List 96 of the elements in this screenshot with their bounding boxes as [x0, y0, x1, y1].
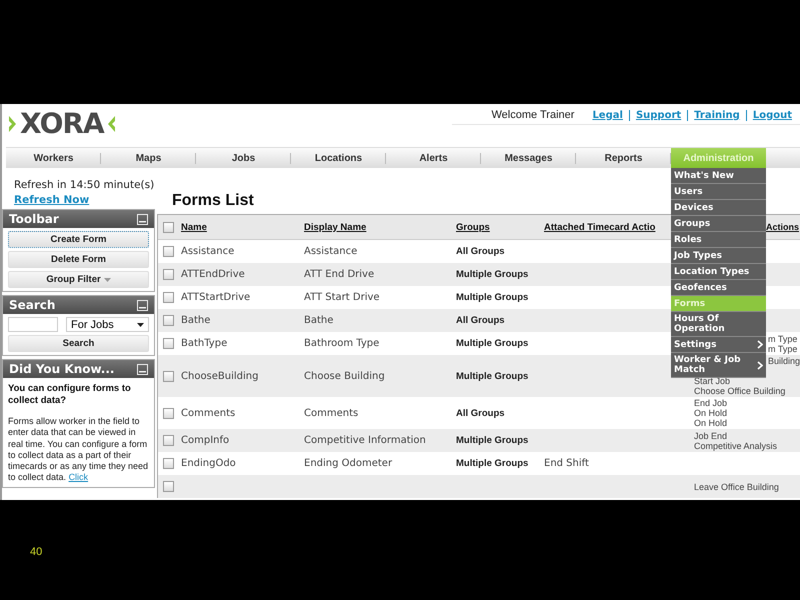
table-cell: ATT End Drive — [304, 269, 374, 280]
logo: XORA — [8, 107, 116, 140]
checkbox[interactable] — [163, 338, 174, 349]
menu-item[interactable]: Devices — [671, 200, 766, 216]
table-cell: Job End — [694, 430, 728, 440]
checkbox[interactable] — [163, 222, 174, 232]
table-cell: On Hold — [694, 408, 728, 418]
chevron-icon — [8, 114, 18, 132]
table-cell: Bathe — [181, 315, 210, 326]
nav-tab[interactable]: Alerts — [386, 148, 481, 168]
checkbox[interactable] — [163, 246, 174, 257]
table-cell: Competitive Analysis — [694, 440, 778, 450]
table-cell: m Type — [768, 334, 798, 344]
checkbox[interactable] — [163, 269, 174, 280]
table-cell: CompInfo — [181, 435, 230, 446]
minimize-icon[interactable] — [137, 214, 148, 224]
panel-title: Toolbar — [9, 212, 59, 226]
checkbox[interactable] — [163, 292, 174, 303]
table-cell: Multiple Groups — [456, 269, 528, 280]
menu-item[interactable]: What's New — [671, 168, 766, 184]
table-cell: Start Job — [694, 376, 730, 386]
menu-item[interactable]: Users — [671, 184, 766, 200]
checkbox[interactable] — [163, 435, 174, 446]
table-cell: All Groups — [456, 315, 505, 326]
chevron-right-icon — [757, 360, 763, 370]
welcome-text: Welcome Trainer — [492, 109, 574, 121]
tip-link[interactable]: Click — [68, 472, 88, 482]
chevron-icon — [106, 114, 116, 132]
header-link[interactable]: Logout — [746, 110, 798, 120]
table-cell: BathType — [181, 338, 228, 349]
table-cell: End Shift — [544, 458, 589, 469]
header-link[interactable]: Training — [687, 110, 746, 120]
checkbox[interactable] — [163, 408, 174, 418]
column-header[interactable]: Name — [181, 222, 207, 232]
nav-tab[interactable]: Messages — [481, 148, 576, 168]
slide-number: 40 — [30, 546, 42, 558]
table-cell: Building — [768, 356, 800, 366]
column-header[interactable]: Display Name — [304, 222, 366, 232]
table-cell: Multiple Groups — [456, 292, 528, 303]
table-cell: Comments — [304, 408, 358, 418]
minimize-icon[interactable] — [137, 300, 148, 310]
column-header[interactable]: Attached Timecard Actio — [544, 222, 656, 232]
table-cell: On Hold — [694, 418, 728, 428]
table-cell: ATTEndDrive — [181, 269, 245, 280]
checkbox[interactable] — [163, 458, 174, 469]
table-cell: End Job — [694, 398, 728, 408]
checkbox[interactable] — [163, 481, 174, 492]
table-cell: All Groups — [456, 408, 505, 418]
panel-title: Did You Know... — [9, 362, 114, 376]
table-cell: Multiple Groups — [456, 458, 528, 469]
table-cell: Multiple Groups — [456, 338, 528, 349]
table-cell: Bathroom Type — [304, 338, 380, 349]
search-scope-select[interactable]: For Jobs — [66, 317, 149, 332]
table-cell: Competitive Information — [304, 435, 426, 446]
page-title: Forms List — [172, 192, 254, 210]
table-cell: Ending Odometer — [304, 458, 392, 469]
search-field[interactable] — [8, 317, 58, 332]
nav-tab[interactable]: Maps — [101, 148, 196, 168]
nav-tab[interactable]: Workers — [6, 148, 101, 168]
table-cell: ATTStartDrive — [181, 292, 250, 303]
search-button[interactable]: Search — [8, 335, 149, 352]
tip-question: You can configure forms to collect data? — [8, 383, 132, 406]
table-cell: ChooseBuilding — [181, 370, 258, 382]
table-cell: Choose Building — [304, 370, 385, 382]
table-cell: EndingOdo — [181, 458, 236, 469]
table-cell: Assistance — [304, 246, 358, 257]
table-cell: Multiple Groups — [456, 370, 528, 382]
caret-icon — [137, 322, 144, 326]
refresh-countdown: Refresh in 14:50 minute(s) — [14, 179, 156, 191]
nav-tab[interactable]: Jobs — [196, 148, 291, 168]
tip-text: Forms allow worker in the field to enter data that can be viewed in real time. You can configure a form to collect data as a part of their timecards or as any time they need to collect data. Click — [8, 416, 149, 484]
table-cell: Multiple Groups — [456, 435, 528, 446]
toolbar-button[interactable]: Create Form — [8, 231, 149, 248]
table-cell: Choose Office Building — [694, 386, 786, 396]
checkbox[interactable] — [163, 370, 174, 382]
chevron-right-icon — [757, 340, 763, 349]
panel-title: Search — [9, 298, 56, 312]
table-cell: Assistance — [181, 246, 234, 257]
column-header[interactable]: Groups — [456, 222, 490, 232]
table-cell: Leave Office Building — [694, 482, 779, 492]
nav-tab[interactable]: Locations — [291, 148, 386, 168]
toolbar-button[interactable]: Delete Form — [8, 251, 149, 268]
nav-tab[interactable]: Reports — [576, 148, 671, 168]
minimize-icon[interactable] — [137, 364, 148, 374]
toolbar-button[interactable]: Group Filter — [8, 271, 149, 288]
caret-icon — [104, 278, 111, 282]
header-link[interactable]: Legal — [586, 110, 629, 120]
table-cell: All Groups — [456, 246, 505, 257]
refresh-link[interactable]: Refresh Now — [14, 194, 90, 206]
header-link[interactable]: Support — [628, 110, 688, 120]
table-cell: m Type — [768, 344, 798, 354]
checkbox[interactable] — [163, 315, 174, 326]
table-cell: ATT Start Drive — [304, 292, 380, 303]
column-header[interactable]: Actions — [766, 222, 800, 232]
table-cell: Comments — [181, 408, 236, 418]
table-cell: Bathe — [304, 315, 334, 326]
